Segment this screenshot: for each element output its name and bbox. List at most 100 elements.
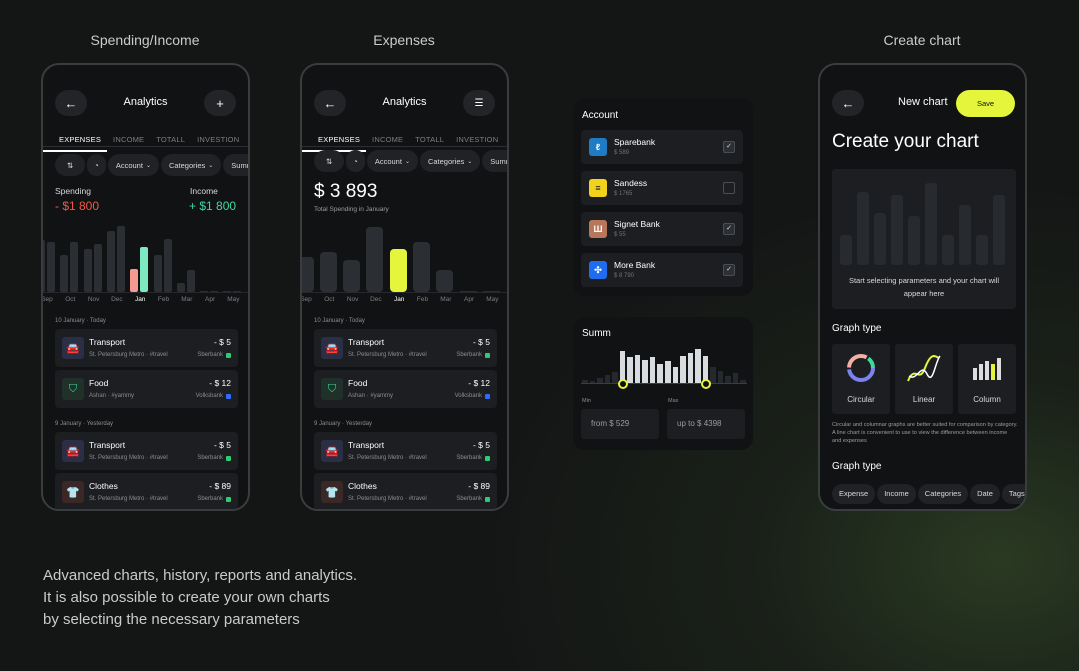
back-button[interactable]: ← <box>832 90 864 116</box>
spending-income-chart: Sep Oct Nov Dec Jan Feb Mar Apr May <box>43 212 248 303</box>
tab-investion[interactable]: INVESTION <box>191 134 245 146</box>
pie-chart-button[interactable]: ◔ <box>87 154 106 176</box>
income-label: Income <box>190 186 218 196</box>
chart-bar[interactable] <box>116 226 125 292</box>
spending-value: - $1 800 <box>55 199 100 213</box>
graph-type-linear[interactable]: Linear <box>895 344 953 414</box>
param-expense[interactable]: Expense <box>832 483 876 504</box>
range-handle-min[interactable] <box>617 379 628 389</box>
add-button[interactable]: + <box>204 90 236 116</box>
caption-expenses: Expenses <box>373 32 435 48</box>
transaction-row[interactable]: ⛉ Food Ashan · #yammy - $ 12 Volksbank <box>314 370 497 408</box>
tab-totall[interactable]: TOTALL <box>150 134 191 146</box>
month-label: Dec <box>111 296 123 303</box>
chart-bar[interactable] <box>70 242 79 292</box>
account-checkbox[interactable]: ✓ <box>723 223 735 235</box>
account-row[interactable]: Ш Signet Bank $ 55 ✓ <box>581 212 743 246</box>
tab-income[interactable]: INCOME <box>107 134 150 146</box>
account-balance: $ 55 <box>614 232 626 238</box>
param-tags[interactable]: Tags <box>1001 483 1025 504</box>
tab-investion[interactable]: INVESTION <box>450 134 504 146</box>
categories-filter[interactable]: Categories ⌄ <box>160 154 222 176</box>
chart-bar[interactable] <box>140 247 149 292</box>
chart-bar[interactable] <box>163 239 172 292</box>
transaction-title: Transport <box>89 337 126 347</box>
range-handle-max[interactable] <box>700 379 711 389</box>
account-row[interactable]: ℓ Sparebank $ 589 ✓ <box>581 130 743 164</box>
bank-color-indicator <box>226 352 231 358</box>
filter-button[interactable]: ☰ <box>463 90 495 116</box>
account-balance: $ 1765 <box>614 191 633 197</box>
bank-name: Sberbank <box>456 455 482 461</box>
chart-bar[interactable] <box>436 270 454 292</box>
param-categories[interactable]: Categories <box>917 483 969 504</box>
chart-bar[interactable] <box>302 257 314 292</box>
chart-bar[interactable] <box>47 242 55 292</box>
tab-cr[interactable]: CR <box>504 134 507 146</box>
account-filter[interactable]: Account ⌄ <box>107 154 159 176</box>
chart-bar[interactable] <box>60 255 69 292</box>
save-button[interactable]: Save <box>956 90 1015 117</box>
create-heading: Create your chart <box>832 131 979 152</box>
chart-bar[interactable] <box>186 270 195 292</box>
transaction-subtitle: St. Petersburg Metro · #travel <box>89 455 168 461</box>
transaction-row[interactable]: ⛉ Food Ashan · #yammy - $ 12 Volksbank <box>55 370 238 408</box>
categories-filter[interactable]: Categories ⌄ <box>419 150 481 172</box>
transaction-title: Clothes <box>348 481 377 491</box>
account-row[interactable]: ≡ Sandess $ 1765 <box>581 171 743 205</box>
transaction-subtitle: St. Petersburg Metro · #travel <box>89 352 168 358</box>
sort-button[interactable]: ⇅ <box>55 154 86 176</box>
chart-bar[interactable] <box>83 249 92 292</box>
transaction-row[interactable]: 🚘 Transport St. Petersburg Metro · #travel… <box>55 432 238 470</box>
summ-histogram[interactable] <box>581 345 747 389</box>
summ-filter[interactable]: Summ <box>223 154 248 176</box>
chart-bar[interactable] <box>366 227 384 292</box>
account-filter[interactable]: Account ⌄ <box>366 150 418 172</box>
transaction-row[interactable]: 🚘 Transport St. Petersburg Metro · #travel… <box>55 329 238 367</box>
transaction-row[interactable]: 👕 Clothes St. Petersburg Metro · #travel - … <box>55 473 238 509</box>
summ-filter[interactable]: Summ <box>482 150 507 172</box>
tab-income[interactable]: INCOME <box>366 134 409 146</box>
date-group-label: 10 January · Today <box>314 318 365 324</box>
transaction-row[interactable]: 🚘 Transport St. Petersburg Metro · #travel… <box>314 329 497 367</box>
param-date[interactable]: Date <box>970 483 1000 504</box>
account-name: Signet Bank <box>614 219 660 229</box>
chart-bar[interactable] <box>43 240 45 292</box>
chart-bar[interactable] <box>106 231 115 292</box>
transaction-subtitle: St. Petersburg Metro · #travel <box>348 455 427 461</box>
graph-type-label: Column <box>973 395 1001 404</box>
min-input[interactable]: from $ 529 <box>581 409 659 439</box>
max-input[interactable]: up to $ 4398 <box>667 409 745 439</box>
chart-bar[interactable] <box>413 242 430 292</box>
account-checkbox[interactable]: ✓ <box>723 141 735 153</box>
graph-type-column[interactable]: Column <box>958 344 1016 414</box>
total-spending-value: $ 3 893 <box>314 181 378 202</box>
tab-cr[interactable]: CR <box>245 134 248 146</box>
pie-chart-button[interactable]: ◔ <box>346 150 365 172</box>
graph-type-circular[interactable]: Circular <box>832 344 890 414</box>
chart-bar[interactable] <box>319 252 337 292</box>
tab-totall[interactable]: TOTALL <box>409 134 450 146</box>
graph-type-hint: Circular and columnar graphs are better … <box>832 422 1018 444</box>
chart-bar[interactable] <box>130 269 139 292</box>
graph-type-label: Linear <box>912 395 936 404</box>
chart-bar[interactable] <box>93 244 102 292</box>
sort-button[interactable]: ⇅ <box>314 150 345 172</box>
tab-expenses[interactable]: EXPENSES <box>43 134 108 152</box>
chart-bar[interactable] <box>153 255 162 292</box>
month-label: Jan <box>134 296 146 303</box>
account-checkbox[interactable] <box>723 182 735 194</box>
chart-bar[interactable] <box>389 249 407 292</box>
transaction-row[interactable]: 🚘 Transport St. Petersburg Metro · #travel… <box>314 432 497 470</box>
account-row[interactable]: ✣ More Bank $ 8 790 ✓ <box>581 253 743 287</box>
chart-bar[interactable] <box>176 283 185 292</box>
transaction-row[interactable]: 👕 Clothes St. Petersburg Metro · #travel - … <box>314 473 497 509</box>
param-income[interactable]: Income <box>877 483 916 504</box>
histogram-bar <box>649 357 656 383</box>
account-checkbox[interactable]: ✓ <box>723 264 735 276</box>
income-value: + $1 800 <box>189 199 237 213</box>
transaction-bank: Volksbank <box>196 393 231 399</box>
summ-title: Summ <box>582 328 611 339</box>
placeholder-text: Start selecting parameters and your char… <box>848 276 1000 298</box>
chart-bar[interactable] <box>343 260 361 292</box>
